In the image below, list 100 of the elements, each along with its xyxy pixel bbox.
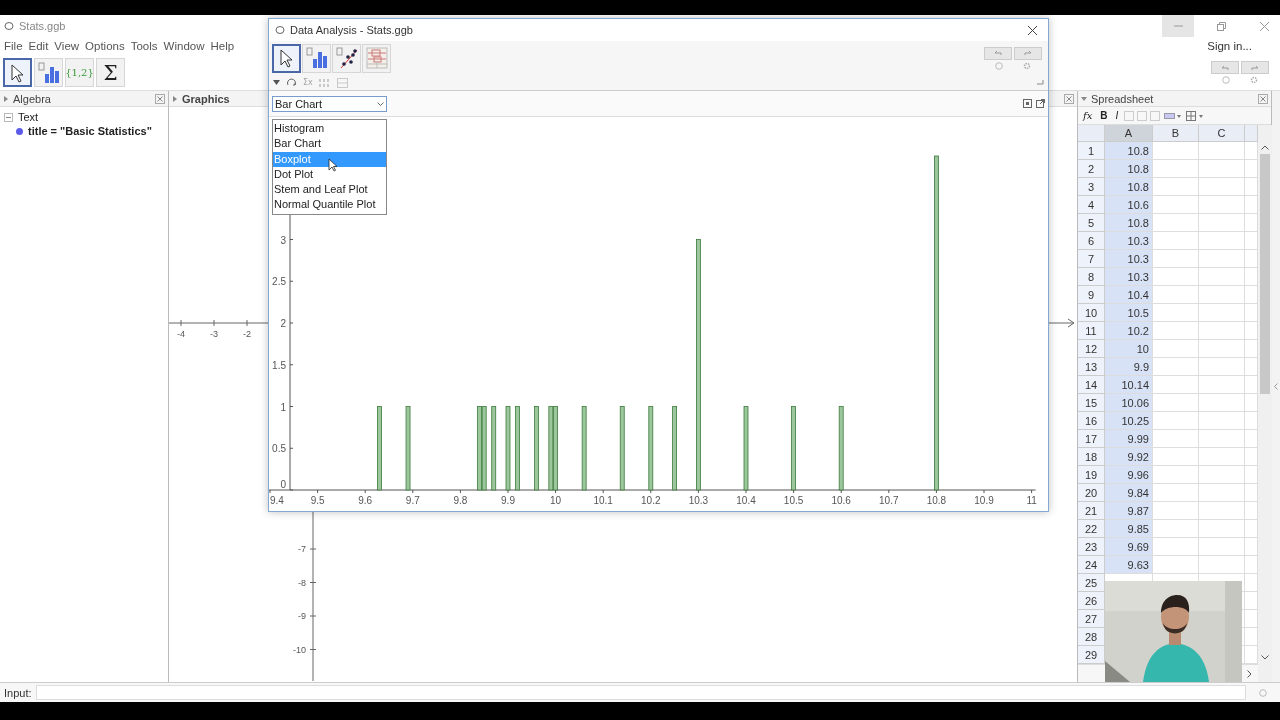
plot-type-dropdown[interactable]: Bar Chart xyxy=(272,95,387,112)
row-header[interactable]: 16 xyxy=(1078,412,1105,430)
row-header[interactable]: 26 xyxy=(1078,592,1105,610)
move-tool-button[interactable] xyxy=(3,58,32,87)
table-cell[interactable] xyxy=(1153,178,1199,196)
bold-button[interactable]: B xyxy=(1098,108,1110,123)
row-header[interactable]: 25 xyxy=(1078,574,1105,592)
table-cell[interactable] xyxy=(1199,178,1245,196)
table-cell[interactable] xyxy=(1199,412,1245,430)
row-header[interactable]: 21 xyxy=(1078,502,1105,520)
menu-item[interactable]: Help xyxy=(210,40,235,52)
vertical-scrollbar[interactable] xyxy=(1258,125,1272,682)
table-cell[interactable] xyxy=(1153,214,1199,232)
table-cell[interactable] xyxy=(1245,142,1258,160)
analysis-tool-button[interactable] xyxy=(34,58,63,87)
table-cell[interactable] xyxy=(1153,394,1199,412)
export-icon[interactable] xyxy=(1036,99,1045,108)
table-cell[interactable] xyxy=(1245,448,1258,466)
table-cell[interactable] xyxy=(1245,556,1258,574)
fill-color-icon[interactable] xyxy=(1164,111,1183,120)
row-header[interactable]: 7 xyxy=(1078,250,1105,268)
table-cell[interactable] xyxy=(1153,322,1199,340)
row-header[interactable]: 3 xyxy=(1078,178,1105,196)
table-cell[interactable]: 9.9 xyxy=(1105,358,1153,376)
table-cell[interactable] xyxy=(1245,484,1258,502)
menu-item[interactable]: Edit xyxy=(28,40,49,52)
expand-triangle-icon[interactable] xyxy=(172,95,178,102)
table-cell[interactable] xyxy=(1199,268,1245,286)
row-header[interactable]: 29 xyxy=(1078,646,1105,664)
table-cell[interactable] xyxy=(1199,160,1245,178)
table-cell[interactable]: 10.8 xyxy=(1105,160,1153,178)
expand-triangle-icon[interactable] xyxy=(3,95,9,102)
menu-item[interactable]: Options xyxy=(85,40,125,52)
table-cell[interactable]: 10.5 xyxy=(1105,304,1153,322)
table-cell[interactable]: 9.96 xyxy=(1105,466,1153,484)
table-cell[interactable] xyxy=(1153,142,1199,160)
two-variable-tool-button[interactable] xyxy=(332,43,361,73)
table-cell[interactable] xyxy=(1245,322,1258,340)
table-cell[interactable] xyxy=(1199,304,1245,322)
input-field[interactable] xyxy=(35,685,1246,700)
table-cell[interactable] xyxy=(1153,520,1199,538)
table-cell[interactable]: 10.3 xyxy=(1105,232,1153,250)
table-cell[interactable] xyxy=(1153,304,1199,322)
menu-item[interactable]: Tools xyxy=(130,40,158,52)
row-header[interactable]: 1 xyxy=(1078,142,1105,160)
formula-button[interactable]: fx xyxy=(1081,108,1095,123)
row-header[interactable]: 28 xyxy=(1078,628,1105,646)
table-cell[interactable] xyxy=(1245,628,1258,646)
undo-button[interactable] xyxy=(1211,61,1239,74)
border-icon[interactable] xyxy=(1186,110,1205,121)
table-cell[interactable]: 9.92 xyxy=(1105,448,1153,466)
table-cell[interactable] xyxy=(1153,250,1199,268)
menu-item[interactable]: Window xyxy=(163,40,205,52)
table-cell[interactable] xyxy=(1199,430,1245,448)
table-cell[interactable] xyxy=(1199,196,1245,214)
table-cell[interactable] xyxy=(1245,466,1258,484)
table-cell[interactable] xyxy=(1245,232,1258,250)
table-cell[interactable] xyxy=(1199,232,1245,250)
row-header[interactable]: 20 xyxy=(1078,484,1105,502)
table-cell[interactable] xyxy=(1153,376,1199,394)
table-cell[interactable] xyxy=(1199,394,1245,412)
table-cell[interactable] xyxy=(1245,610,1258,628)
chevron-up-icon[interactable] xyxy=(1261,145,1269,150)
table-cell[interactable] xyxy=(1245,304,1258,322)
table-cell[interactable]: 10.14 xyxy=(1105,376,1153,394)
table-cell[interactable] xyxy=(1153,340,1199,358)
sign-in-link[interactable]: Sign in... xyxy=(1207,40,1252,52)
column-header[interactable]: B xyxy=(1153,125,1199,142)
table-cell[interactable]: 10.2 xyxy=(1105,322,1153,340)
table-cell[interactable] xyxy=(1245,412,1258,430)
table-cell[interactable] xyxy=(1245,574,1258,592)
row-header[interactable]: 15 xyxy=(1078,394,1105,412)
table-cell[interactable]: 10.3 xyxy=(1105,268,1153,286)
column-header[interactable]: A xyxy=(1105,125,1153,142)
table-cell[interactable] xyxy=(1199,520,1245,538)
row-header[interactable]: 8 xyxy=(1078,268,1105,286)
italic-button[interactable]: I xyxy=(1113,108,1121,123)
row-header[interactable]: 23 xyxy=(1078,538,1105,556)
table-cell[interactable] xyxy=(1153,286,1199,304)
table-cell[interactable]: 9.84 xyxy=(1105,484,1153,502)
table-cell[interactable] xyxy=(1245,160,1258,178)
table-cell[interactable] xyxy=(1245,340,1258,358)
table-cell[interactable]: 10.06 xyxy=(1105,394,1153,412)
table-cell[interactable] xyxy=(1199,214,1245,232)
table-cell[interactable] xyxy=(1153,232,1199,250)
table-cell[interactable]: 10.8 xyxy=(1105,214,1153,232)
row-header[interactable]: 11 xyxy=(1078,322,1105,340)
minimize-button[interactable] xyxy=(1162,15,1194,37)
row-header[interactable]: 17 xyxy=(1078,430,1105,448)
table-cell[interactable]: 9.87 xyxy=(1105,502,1153,520)
table-cell[interactable] xyxy=(1245,268,1258,286)
table-cell[interactable]: 10.8 xyxy=(1105,178,1153,196)
table-cell[interactable] xyxy=(1245,250,1258,268)
table-cell[interactable]: 10.8 xyxy=(1105,142,1153,160)
table-cell[interactable] xyxy=(1199,448,1245,466)
row-header[interactable]: 19 xyxy=(1078,466,1105,484)
table-cell[interactable] xyxy=(1245,394,1258,412)
table-cell[interactable]: 10.25 xyxy=(1105,412,1153,430)
table-cell[interactable] xyxy=(1245,430,1258,448)
table-cell[interactable] xyxy=(1153,484,1199,502)
